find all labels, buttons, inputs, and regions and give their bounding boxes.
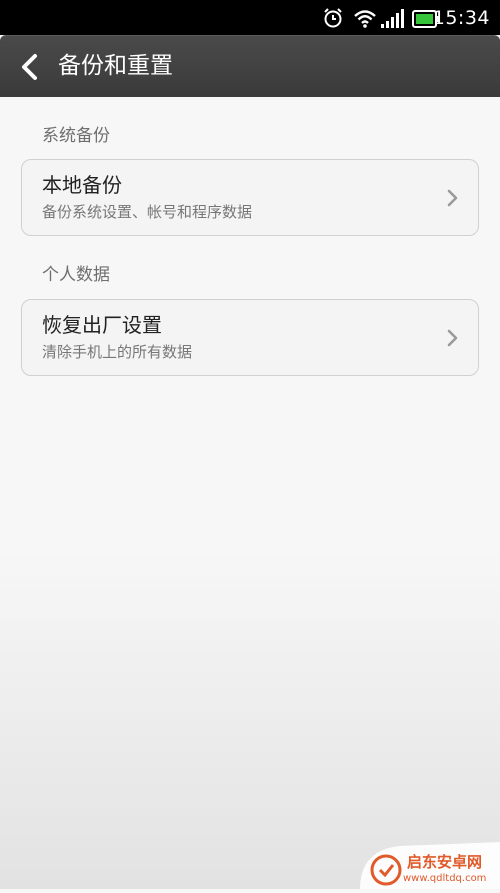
back-button[interactable]	[14, 48, 48, 86]
back-arrow-icon	[22, 54, 37, 80]
status-time: 15:34	[432, 7, 490, 29]
signal-icon	[381, 9, 404, 28]
section-header-system-backup: 系统备份	[42, 126, 110, 146]
factory-reset-item[interactable]: 恢复出厂设置 清除手机上的所有数据	[21, 299, 479, 376]
wifi-icon	[354, 10, 376, 28]
section-header-personal-data: 个人数据	[42, 265, 110, 285]
local-backup-item[interactable]: 本地备份 备份系统设置、帐号和程序数据	[21, 159, 479, 236]
local-backup-subtitle: 备份系统设置、帐号和程序数据	[42, 203, 253, 221]
page-title: 备份和重置	[58, 53, 173, 79]
watermark-url: www.qdltdq.com	[403, 873, 487, 884]
factory-reset-subtitle: 清除手机上的所有数据	[42, 343, 193, 361]
chevron-right-icon	[447, 189, 458, 207]
watermark-text: 启东安卓网	[407, 853, 483, 871]
action-bar: 备份和重置	[0, 35, 500, 97]
chevron-right-icon	[447, 329, 458, 347]
status-bar: 15:34	[0, 0, 500, 35]
local-backup-title: 本地备份	[42, 173, 122, 197]
alarm-icon	[324, 8, 342, 28]
factory-reset-title: 恢复出厂设置	[42, 313, 162, 337]
